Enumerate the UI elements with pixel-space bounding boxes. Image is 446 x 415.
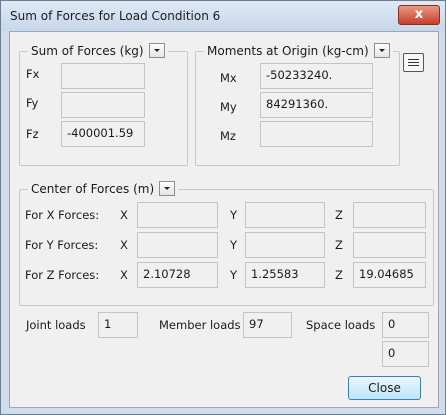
member-loads-label: Member loads	[159, 318, 241, 332]
my-label: My	[220, 100, 237, 114]
fy-label: Fy	[26, 96, 39, 110]
x-forces-x-label: X	[120, 208, 128, 222]
mx-field[interactable]: -50233240.	[260, 63, 373, 89]
fx-field[interactable]	[61, 63, 145, 89]
mz-label: Mz	[220, 129, 236, 143]
sum-of-forces-group: Sum of Forces (kg) Fx Fy Fz -400001.59	[19, 43, 188, 166]
z-forces-x-field[interactable]: 2.10728	[137, 262, 218, 288]
y-forces-z-field[interactable]	[353, 232, 426, 258]
member-loads-field[interactable]: 97	[243, 312, 292, 338]
x-forces-y-field[interactable]	[245, 202, 325, 228]
x-forces-x-field[interactable]	[137, 202, 218, 228]
joint-loads-field[interactable]: 1	[98, 312, 138, 338]
space-loads-label: Space loads	[306, 318, 376, 332]
center-of-forces-dropdown[interactable]	[159, 181, 176, 196]
close-button[interactable]: Close	[348, 376, 421, 400]
y-forces-y-field[interactable]	[245, 232, 325, 258]
moments-label: Moments at Origin (kg-cm)	[207, 43, 369, 58]
space-loads-extra-field[interactable]: 0	[382, 341, 429, 367]
z-forces-z-label: Z	[335, 268, 343, 282]
close-icon: x	[414, 7, 424, 22]
title-bar[interactable]: Sum of Forces for Load Condition 6 x	[1, 1, 445, 31]
z-forces-z-field[interactable]: 19.04685	[353, 262, 426, 288]
z-forces-label: For Z Forces:	[25, 268, 100, 282]
y-forces-x-label: X	[120, 238, 128, 252]
window-close-button[interactable]: x	[398, 5, 440, 25]
mz-field[interactable]	[260, 121, 373, 147]
fx-label: Fx	[26, 67, 40, 81]
fz-label: Fz	[26, 127, 39, 141]
mx-label: Mx	[220, 71, 237, 85]
x-forces-y-label: Y	[230, 208, 238, 222]
z-forces-y-field[interactable]: 1.25583	[245, 262, 325, 288]
menu-icon[interactable]	[403, 53, 424, 72]
fz-field[interactable]: -400001.59	[61, 121, 145, 147]
x-forces-z-field[interactable]	[353, 202, 426, 228]
dialog-body: Sum of Forces (kg) Fx Fy Fz -400001.59 M…	[9, 31, 439, 408]
space-loads-field[interactable]: 0	[382, 312, 429, 338]
my-field[interactable]: 84291360.	[260, 92, 373, 118]
sum-of-forces-dropdown[interactable]	[148, 43, 165, 58]
joint-loads-label: Joint loads	[26, 318, 86, 332]
y-forces-label: For Y Forces:	[25, 238, 99, 252]
window-title: Sum of Forces for Load Condition 6	[10, 9, 221, 23]
moments-dropdown[interactable]	[373, 43, 390, 58]
sum-of-forces-label: Sum of Forces (kg)	[31, 43, 144, 58]
y-forces-z-label: Z	[335, 238, 343, 252]
fy-field[interactable]	[61, 92, 145, 118]
y-forces-y-label: Y	[230, 238, 238, 252]
x-forces-z-label: Z	[335, 208, 343, 222]
dialog-window: Sum of Forces for Load Condition 6 x Sum…	[0, 0, 446, 415]
z-forces-y-label: Y	[230, 268, 238, 282]
y-forces-x-field[interactable]	[137, 232, 218, 258]
z-forces-x-label: X	[120, 268, 128, 282]
x-forces-label: For X Forces:	[25, 208, 100, 222]
moments-group: Moments at Origin (kg-cm) Mx -50233240. …	[195, 43, 400, 166]
center-of-forces-group: Center of Forces (m) For X Forces: X Y Z…	[19, 181, 434, 306]
center-of-forces-label: Center of Forces (m)	[31, 181, 155, 196]
